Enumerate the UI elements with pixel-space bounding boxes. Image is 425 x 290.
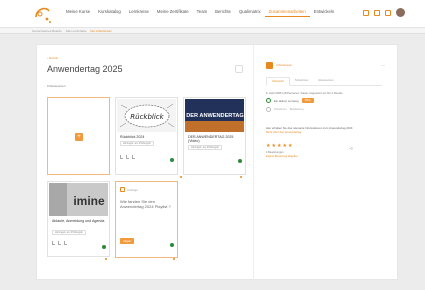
nav-item-kurskatalog[interactable]: Kurskatalog bbox=[94, 9, 125, 17]
card-thumbnail: Rückblick bbox=[117, 99, 176, 132]
check-icon bbox=[266, 98, 271, 103]
top-right-icons bbox=[363, 8, 405, 17]
comments-icon bbox=[64, 241, 67, 245]
poll-card[interactable]: Umfrage Wie fanden Sie den Anwendertag 2… bbox=[115, 181, 178, 258]
calendar-icon[interactable] bbox=[374, 9, 380, 16]
edit-link[interactable]: Bearbeitung bbox=[290, 108, 304, 111]
pin-icon bbox=[105, 258, 107, 260]
thumbnail-text: DER ANWENDERTAG bbox=[186, 113, 244, 119]
workspace-logo-icon bbox=[266, 62, 273, 69]
tab-teilnehmer[interactable]: Teilnehmer bbox=[290, 77, 314, 85]
status-row: Ein aktiver Lernweg Öffne bbox=[266, 98, 314, 103]
share-icon[interactable]: ⋖ bbox=[349, 146, 353, 152]
poll-header: Umfrage bbox=[120, 187, 138, 192]
star-icon[interactable]: ★ bbox=[288, 144, 292, 149]
poll-label: Umfrage bbox=[127, 187, 138, 192]
collapse-arrow-icon[interactable]: › bbox=[249, 162, 250, 167]
write-review-link[interactable]: Eigene Bewertung abgeben bbox=[266, 155, 298, 158]
card-title: Ablaufe, Anmeldung und Agenda bbox=[52, 219, 105, 223]
card-meta-icons bbox=[120, 155, 135, 159]
breadcrumb-item-current: Der Arbeitsraum bbox=[90, 29, 113, 33]
card-tag: Hinzugef. am Prüfungsb bbox=[120, 141, 154, 146]
pin-icon bbox=[180, 176, 182, 178]
nav-item-zusammenarbeiten[interactable]: Zusammenarbeiten bbox=[264, 9, 310, 17]
status-indicator-icon bbox=[238, 159, 242, 163]
thumbnail-text: Rückblick bbox=[130, 113, 164, 121]
breadcrumb-bar: Gemeinsames Boards Alle Lerninhalte Der … bbox=[0, 28, 425, 34]
participants-link[interactable]: Teilnehmer bbox=[274, 108, 287, 111]
mail-icon[interactable] bbox=[363, 9, 369, 16]
page-title: Anwendertag 2025 bbox=[47, 64, 123, 74]
poll-question: Wie fanden Sie den Anwendertag 2024 Play… bbox=[120, 199, 171, 209]
pin-icon bbox=[173, 258, 175, 260]
status-label: Ein aktiver Lernweg bbox=[274, 98, 299, 103]
sidepanel-tabs: Übersicht Teilnehmer Ressourcen bbox=[266, 77, 382, 86]
poll-icon bbox=[120, 187, 125, 192]
resource-card-rueckblick[interactable]: Rückblick Rückblick 2024 Hinzugef. am Pr… bbox=[115, 97, 178, 175]
nav-item-meine-kurse[interactable]: Meine Kurse bbox=[62, 9, 94, 17]
nav-item-lernkreise[interactable]: Lernkreise bbox=[125, 9, 153, 17]
star-icon[interactable]: ★ bbox=[277, 144, 281, 149]
nav-item-berichte[interactable]: Berichte bbox=[211, 9, 235, 17]
poll-submit-button[interactable]: Abgeb bbox=[120, 238, 135, 244]
nav-item-entwickeln[interactable]: Entwickeln bbox=[310, 9, 339, 17]
status-indicator-icon bbox=[102, 245, 106, 249]
card-tag: Hinzugef. am Prüfungsb bbox=[52, 230, 86, 235]
open-button[interactable]: Öffne bbox=[301, 98, 314, 103]
plus-icon[interactable]: + bbox=[75, 133, 83, 141]
panel-divider bbox=[253, 45, 254, 281]
breadcrumb-item[interactable]: Alle Lerninhalte bbox=[66, 29, 87, 33]
likes-icon bbox=[58, 241, 61, 245]
main-nav: Meine Kurse Kurskatalog Lernkreise Meine… bbox=[62, 9, 338, 17]
nav-item-zertifikate[interactable]: Meine Zertifikate bbox=[153, 9, 193, 17]
views-icon bbox=[120, 155, 123, 159]
back-link[interactable]: ‹ Zurück bbox=[47, 56, 58, 60]
review-count: 1 Bewertungen bbox=[266, 151, 284, 154]
star-icon[interactable]: ★ bbox=[271, 144, 275, 149]
bell-icon[interactable] bbox=[385, 9, 391, 16]
description-link[interactable]: Mehr über den Anwendertag bbox=[266, 130, 301, 134]
avatar[interactable] bbox=[396, 8, 405, 17]
status-indicator-icon bbox=[170, 158, 174, 162]
close-icon[interactable]: — bbox=[381, 62, 385, 67]
breadcrumb-item[interactable]: Gemeinsames Boards bbox=[32, 29, 62, 33]
views-icon bbox=[52, 241, 55, 245]
event-date-info: 6. April 2025 (18 Personen, Dauer insges… bbox=[266, 91, 343, 95]
sidepanel-title: Arbeitsraum bbox=[276, 63, 293, 67]
nav-item-team[interactable]: Team bbox=[193, 9, 212, 17]
likes-icon bbox=[126, 155, 129, 159]
pin-icon bbox=[240, 176, 242, 178]
company-logo[interactable] bbox=[32, 3, 54, 25]
breadcrumb: Gemeinsames Boards Alle Lerninhalte Der … bbox=[32, 29, 112, 33]
description-text: Hier erhalten Sie das relevante Informat… bbox=[266, 126, 376, 134]
participants-icon bbox=[266, 107, 271, 112]
tab-uebersicht[interactable]: Übersicht bbox=[266, 77, 290, 86]
comments-icon bbox=[132, 155, 135, 159]
card-title: DER ANWENDERTAG 2025 (Video) bbox=[188, 135, 234, 144]
star-icon[interactable]: ★ bbox=[266, 144, 270, 149]
card-tag: Hinzugef. am Prüfungsb bbox=[188, 145, 222, 150]
star-icon[interactable]: ★ bbox=[282, 144, 286, 149]
resource-count: 9 Ressourcen bbox=[47, 84, 66, 88]
workspace-panel: ‹ Zurück Anwendertag 2025 9 Ressourcen +… bbox=[36, 44, 398, 281]
card-thumbnail: imine bbox=[49, 183, 108, 216]
card-meta-icons bbox=[52, 241, 67, 245]
links-row: Teilnehmer Bearbeitung bbox=[266, 107, 304, 112]
settings-button[interactable] bbox=[235, 65, 243, 73]
card-thumbnail: DER ANWENDERTAG bbox=[185, 99, 244, 132]
resource-card-anwendertag-video[interactable]: DER ANWENDERTAG DER ANWENDERTAG 2025 (Vi… bbox=[183, 97, 246, 175]
nav-item-qualimatrix[interactable]: Qualimatrix bbox=[235, 9, 265, 17]
add-resource-card[interactable]: + bbox=[47, 97, 110, 175]
resource-card-ablaufe[interactable]: imine Ablaufe, Anmeldung und Agenda Hinz… bbox=[47, 181, 110, 257]
card-title: Rückblick 2024 bbox=[120, 135, 145, 139]
top-navigation-bar: Meine Kurse Kurskatalog Lernkreise Meine… bbox=[0, 0, 425, 28]
rating-stars[interactable]: ★ ★ ★ ★ ★ bbox=[266, 144, 292, 149]
tab-ressourcen[interactable]: Ressourcen bbox=[314, 77, 339, 85]
status-indicator-icon bbox=[170, 243, 174, 247]
thumbnail-text: imine bbox=[73, 194, 105, 208]
